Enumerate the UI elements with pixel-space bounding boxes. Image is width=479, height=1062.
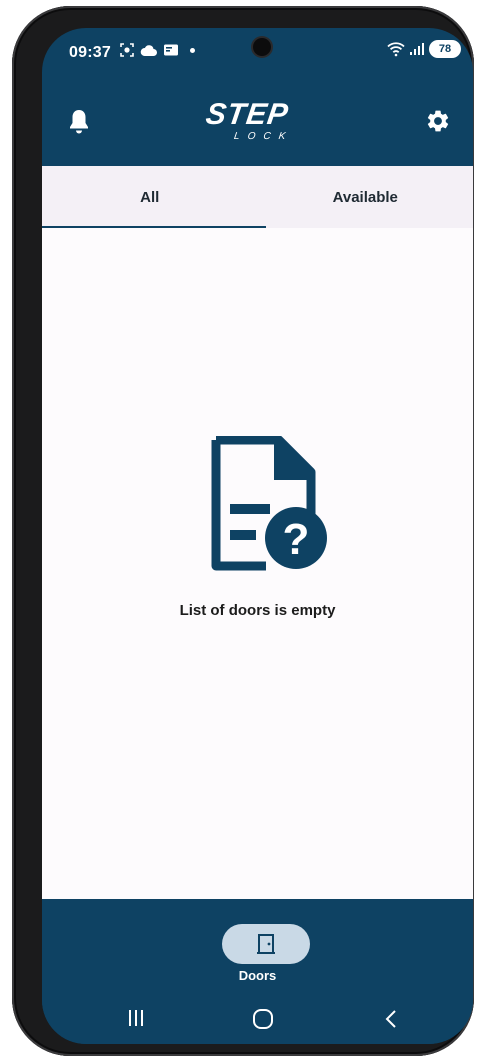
home-icon[interactable] <box>252 1009 274 1029</box>
screen: 09:37 78 STEP LOCK All Available ? List … <box>42 28 473 1044</box>
system-navigation-bar <box>42 991 473 1044</box>
gear-icon[interactable] <box>425 108 451 134</box>
svg-text:?: ? <box>283 515 310 564</box>
status-notification-icons <box>119 42 195 58</box>
tab-all[interactable]: All <box>42 166 258 228</box>
empty-state-message: List of doors is empty <box>179 602 336 619</box>
logo-sub-text: LOCK <box>233 131 295 142</box>
more-notifications-dot <box>190 47 195 53</box>
screen-record-icon <box>120 43 134 57</box>
doors-list: ? List of doors is empty <box>42 228 473 899</box>
cloud-icon <box>140 45 157 56</box>
front-camera <box>253 38 271 56</box>
logo-main-text: STEP <box>203 98 291 131</box>
app-bar: STEP LOCK <box>42 80 473 166</box>
status-system-icons: 78 <box>387 40 461 58</box>
tab-bar: All Available <box>42 166 473 229</box>
wifi-icon <box>387 42 405 57</box>
recent-apps-icon[interactable] <box>126 1009 146 1027</box>
steplock-logo: STEP LOCK <box>203 98 316 148</box>
battery-indicator: 78 <box>429 40 461 58</box>
bell-icon[interactable] <box>68 108 90 134</box>
card-icon <box>164 44 178 56</box>
back-icon[interactable] <box>384 1009 398 1029</box>
document-question-icon: ? <box>211 436 327 571</box>
signal-icon <box>410 43 424 55</box>
nav-item-doors-label: Doors <box>238 968 277 983</box>
status-time: 09:37 <box>69 44 111 61</box>
phone-frame: 09:37 78 STEP LOCK All Available ? List … <box>12 6 474 1056</box>
door-icon <box>257 934 275 954</box>
nav-item-doors[interactable] <box>222 924 310 964</box>
tab-available[interactable]: Available <box>258 166 474 228</box>
bottom-navigation: Doors <box>42 899 473 991</box>
status-bar: 09:37 78 <box>42 28 473 80</box>
